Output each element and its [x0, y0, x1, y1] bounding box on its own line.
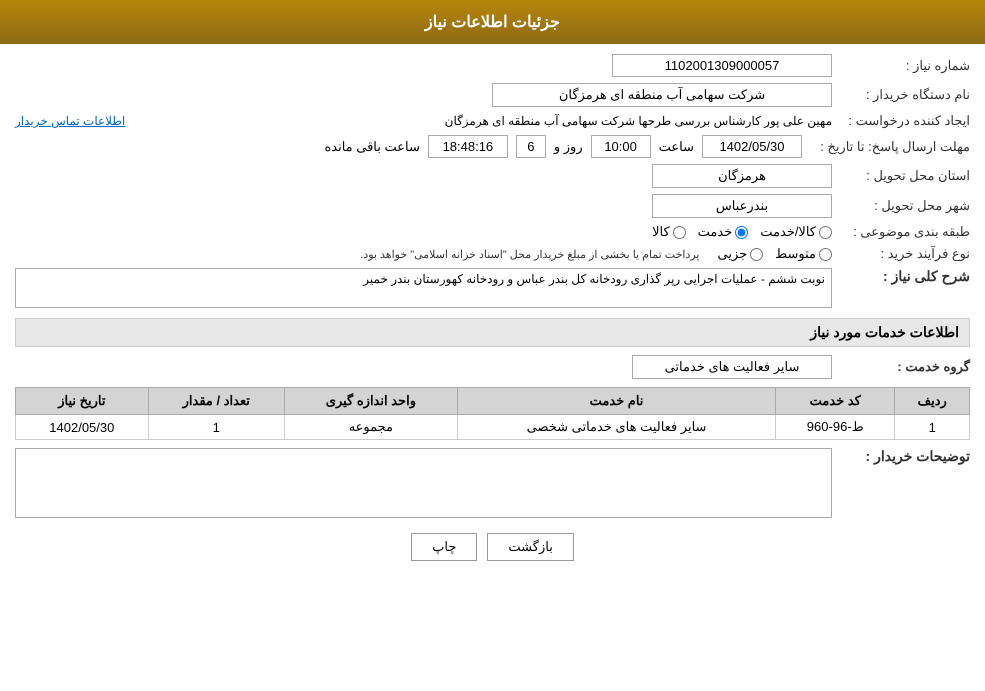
description-section: شرح کلی نیاز : نوبت ششم - عملیات اجرایی … — [15, 268, 970, 308]
button-row: بازگشت چاپ — [15, 533, 970, 561]
deadline-day-label: روز و — [554, 139, 583, 155]
deadline-date: 1402/05/30 — [702, 135, 802, 158]
col-header-code: کد خدمت — [776, 388, 895, 415]
category-label-kala: کالا — [652, 224, 670, 240]
buyer-org-label: نام دستگاه خریدار : — [840, 87, 970, 103]
province-value: هرمزگان — [652, 164, 832, 188]
category-label: طبقه بندی موضوعی : — [840, 224, 970, 240]
province-row: استان محل تحویل : هرمزگان — [15, 164, 970, 188]
creator-row: ایجاد کننده درخواست : مهین علی پور کارشن… — [15, 113, 970, 129]
process-radio-jozii[interactable] — [750, 248, 763, 261]
category-option-kala-khedmat[interactable]: کالا/خدمت — [760, 224, 832, 240]
buyer-org-row: نام دستگاه خریدار : شرکت سهامی آب منطقه … — [15, 83, 970, 107]
buyer-desc-label: توضیحات خریدار : — [840, 448, 970, 465]
description-value: نوبت ششم - عملیات اجرایی رپر گذاری رودخا… — [15, 268, 832, 308]
deadline-label: مهلت ارسال پاسخ: تا تاریخ : — [810, 139, 970, 155]
category-row: طبقه بندی موضوعی : کالا/خدمت خدمت کالا — [15, 224, 970, 240]
service-group-row: گروه خدمت : سایر فعالیت های خدماتی — [15, 355, 970, 379]
deadline-time-label: ساعت — [659, 139, 694, 155]
category-option-khedmat[interactable]: خدمت — [698, 224, 749, 240]
deadline-remaining-label: ساعت باقی مانده — [324, 139, 419, 155]
page-title: جزئیات اطلاعات نیاز — [425, 14, 560, 31]
cell-code: ط-96-960 — [776, 415, 895, 440]
city-value: بندرعباس — [652, 194, 832, 218]
category-radio-kala[interactable] — [673, 226, 686, 239]
deadline-time: 10:00 — [591, 135, 651, 158]
category-radio-group: کالا/خدمت خدمت کالا — [652, 224, 832, 240]
request-number-label: شماره نیاز : — [840, 58, 970, 74]
request-number-row: شماره نیاز : 1102001309000057 — [15, 54, 970, 77]
category-label-kala-khedmat: کالا/خدمت — [760, 224, 816, 240]
province-label: استان محل تحویل : — [840, 168, 970, 184]
category-label-khedmat: خدمت — [698, 224, 733, 240]
deadline-remaining: 18:48:16 — [428, 135, 508, 158]
process-row: نوع فرآیند خرید : متوسط جزیی پرداخت تمام… — [15, 246, 970, 262]
contact-link[interactable]: اطلاعات تماس خریدار — [15, 114, 125, 128]
category-radio-khedmat[interactable] — [735, 226, 748, 239]
process-option-jozii[interactable]: جزیی — [717, 246, 763, 262]
description-label: شرح کلی نیاز : — [840, 268, 970, 285]
service-group-value: سایر فعالیت های خدماتی — [632, 355, 832, 379]
process-radio-group: متوسط جزیی — [717, 246, 832, 262]
main-content: شماره نیاز : 1102001309000057 نام دستگاه… — [0, 44, 985, 581]
services-table: ردیف کد خدمت نام خدمت واحد اندازه گیری ت… — [15, 387, 970, 440]
deadline-days: 6 — [516, 135, 546, 158]
col-header-qty: تعداد / مقدار — [148, 388, 284, 415]
services-section-title: اطلاعات خدمات مورد نیاز — [15, 318, 970, 347]
col-header-unit: واحد اندازه گیری — [284, 388, 457, 415]
process-option-motavaset[interactable]: متوسط — [775, 246, 832, 262]
cell-qty: 1 — [148, 415, 284, 440]
buyer-desc-section: توضیحات خریدار : — [15, 448, 970, 518]
category-radio-kala-khedmat[interactable] — [819, 226, 832, 239]
city-row: شهر محل تحویل : بندرعباس — [15, 194, 970, 218]
buyer-desc-textarea[interactable] — [15, 448, 832, 518]
deadline-row: مهلت ارسال پاسخ: تا تاریخ : 1402/05/30 س… — [15, 135, 970, 158]
page-header: جزئیات اطلاعات نیاز — [0, 0, 985, 44]
city-label: شهر محل تحویل : — [840, 198, 970, 214]
page-wrapper: جزئیات اطلاعات نیاز شماره نیاز : 1102001… — [0, 0, 985, 691]
creator-label: ایجاد کننده درخواست : — [840, 113, 970, 129]
cell-unit: مجموعه — [284, 415, 457, 440]
col-header-row: ردیف — [895, 388, 970, 415]
process-label-motavaset: متوسط — [775, 246, 816, 262]
service-group-label: گروه خدمت : — [840, 359, 970, 375]
process-label: نوع فرآیند خرید : — [840, 246, 970, 262]
buyer-org-value: شرکت سهامی آب منطقه ای هرمزگان — [492, 83, 832, 107]
cell-name: سایر فعالیت های خدماتی شخصی — [457, 415, 775, 440]
request-number-value: 1102001309000057 — [612, 54, 832, 77]
process-radio-motavaset[interactable] — [819, 248, 832, 261]
back-button[interactable]: بازگشت — [487, 533, 573, 561]
cell-date: 1402/05/30 — [16, 415, 149, 440]
col-header-date: تاریخ نیاز — [16, 388, 149, 415]
process-note: پرداخت تمام یا بخشی از مبلغ خریدار محل "… — [360, 248, 699, 261]
creator-value: مهین علی پور کارشناس بررسی طرحها شرکت سه… — [133, 114, 832, 128]
table-row: 1 ط-96-960 سایر فعالیت های خدماتی شخصی م… — [16, 415, 970, 440]
col-header-name: نام خدمت — [457, 388, 775, 415]
print-button[interactable]: چاپ — [411, 533, 477, 561]
process-label-jozii: جزیی — [717, 246, 747, 262]
category-option-kala[interactable]: کالا — [652, 224, 686, 240]
cell-row: 1 — [895, 415, 970, 440]
